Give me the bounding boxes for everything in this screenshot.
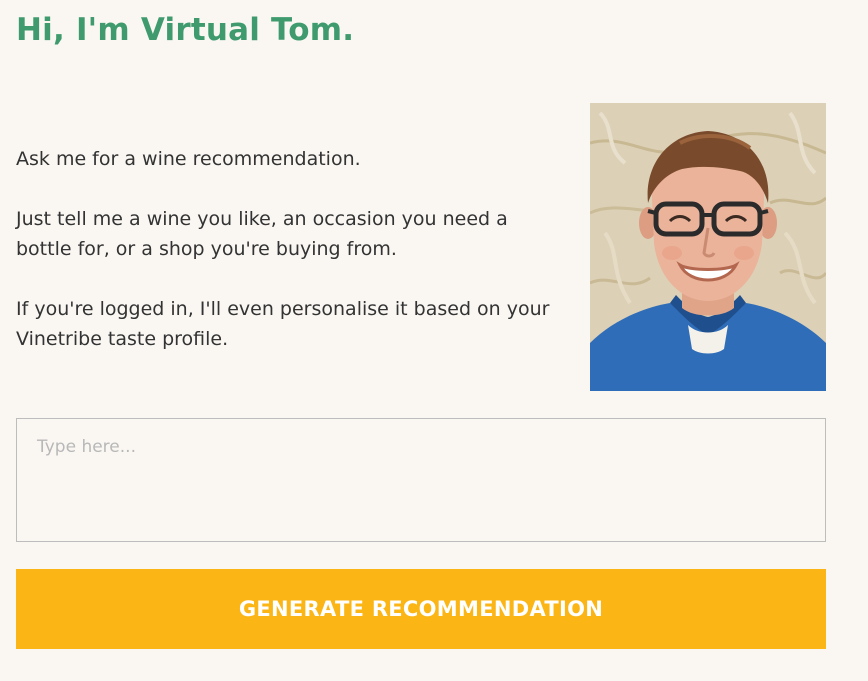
virtual-tom-page: Hi, I'm Virtual Tom. Ask me for a wine r… xyxy=(0,0,868,681)
page-title: Hi, I'm Virtual Tom. xyxy=(16,12,355,48)
intro-paragraph-3: If you're logged in, I'll even personali… xyxy=(16,298,550,350)
intro-text: Ask me for a wine recommendation. Just t… xyxy=(16,144,566,384)
intro-paragraph-2: Just tell me a wine you like, an occasio… xyxy=(16,208,508,260)
intro-paragraph-1: Ask me for a wine recommendation. xyxy=(16,148,361,170)
portrait-illustration xyxy=(590,103,826,391)
tom-portrait xyxy=(590,103,826,391)
message-input[interactable] xyxy=(16,418,826,542)
generate-recommendation-button[interactable]: GENERATE RECOMMENDATION xyxy=(16,569,826,649)
